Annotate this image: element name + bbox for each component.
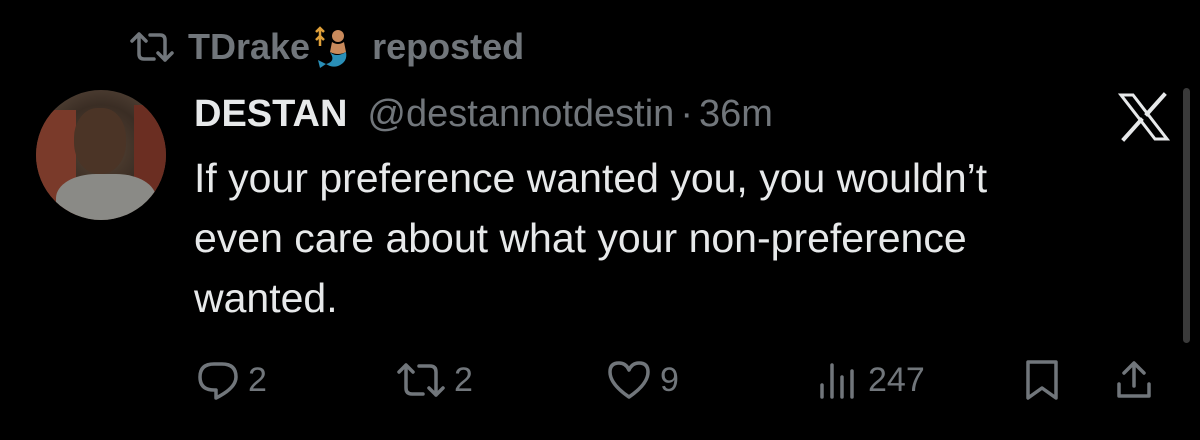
tweet-text-line: even care about what your non-preference <box>194 215 967 261</box>
repost-count: 2 <box>454 360 473 399</box>
views-button[interactable]: 247 <box>816 350 925 410</box>
reposter-name[interactable]: TDrake <box>188 26 310 68</box>
repost-icon <box>130 30 174 64</box>
tweet-text-line: If your preference wanted you, you would… <box>194 155 988 201</box>
avatar-face <box>74 108 126 174</box>
display-name[interactable]: DESTAN <box>194 93 347 136</box>
reply-button[interactable]: 2 <box>196 350 267 410</box>
bookmark-button[interactable] <box>1022 350 1062 410</box>
timestamp[interactable]: 36m <box>699 93 773 136</box>
avatar-shirt <box>56 174 156 220</box>
tweet-text: If your preference wanted you, you would… <box>194 148 1154 328</box>
tweet-text-line: wanted. <box>194 275 338 321</box>
views-count: 247 <box>868 360 925 399</box>
reposted-label: reposted <box>372 26 525 67</box>
share-icon <box>1114 358 1154 402</box>
repost-button[interactable]: 2 <box>396 350 473 410</box>
bookmark-icon <box>1022 358 1062 402</box>
reply-count: 2 <box>248 360 267 399</box>
heart-icon <box>606 359 652 401</box>
tweet-actions: 2 2 9 247 <box>196 350 1176 410</box>
views-icon <box>816 359 860 401</box>
x-logo-icon <box>1117 92 1171 142</box>
tweet-header: DESTAN @destannotdestin · 36m <box>194 86 773 142</box>
share-button[interactable] <box>1114 350 1154 410</box>
reply-icon <box>196 358 240 402</box>
merman-emoji-icon <box>312 24 358 70</box>
avatar[interactable] <box>36 90 166 220</box>
user-handle[interactable]: @destannotdestin <box>367 93 674 136</box>
scrollbar[interactable] <box>1183 88 1190 343</box>
like-count: 9 <box>660 360 679 399</box>
repost-icon <box>396 360 446 400</box>
separator-dot: · <box>680 92 693 135</box>
like-button[interactable]: 9 <box>606 350 679 410</box>
repost-indicator[interactable]: TDrake reposted <box>130 22 524 72</box>
